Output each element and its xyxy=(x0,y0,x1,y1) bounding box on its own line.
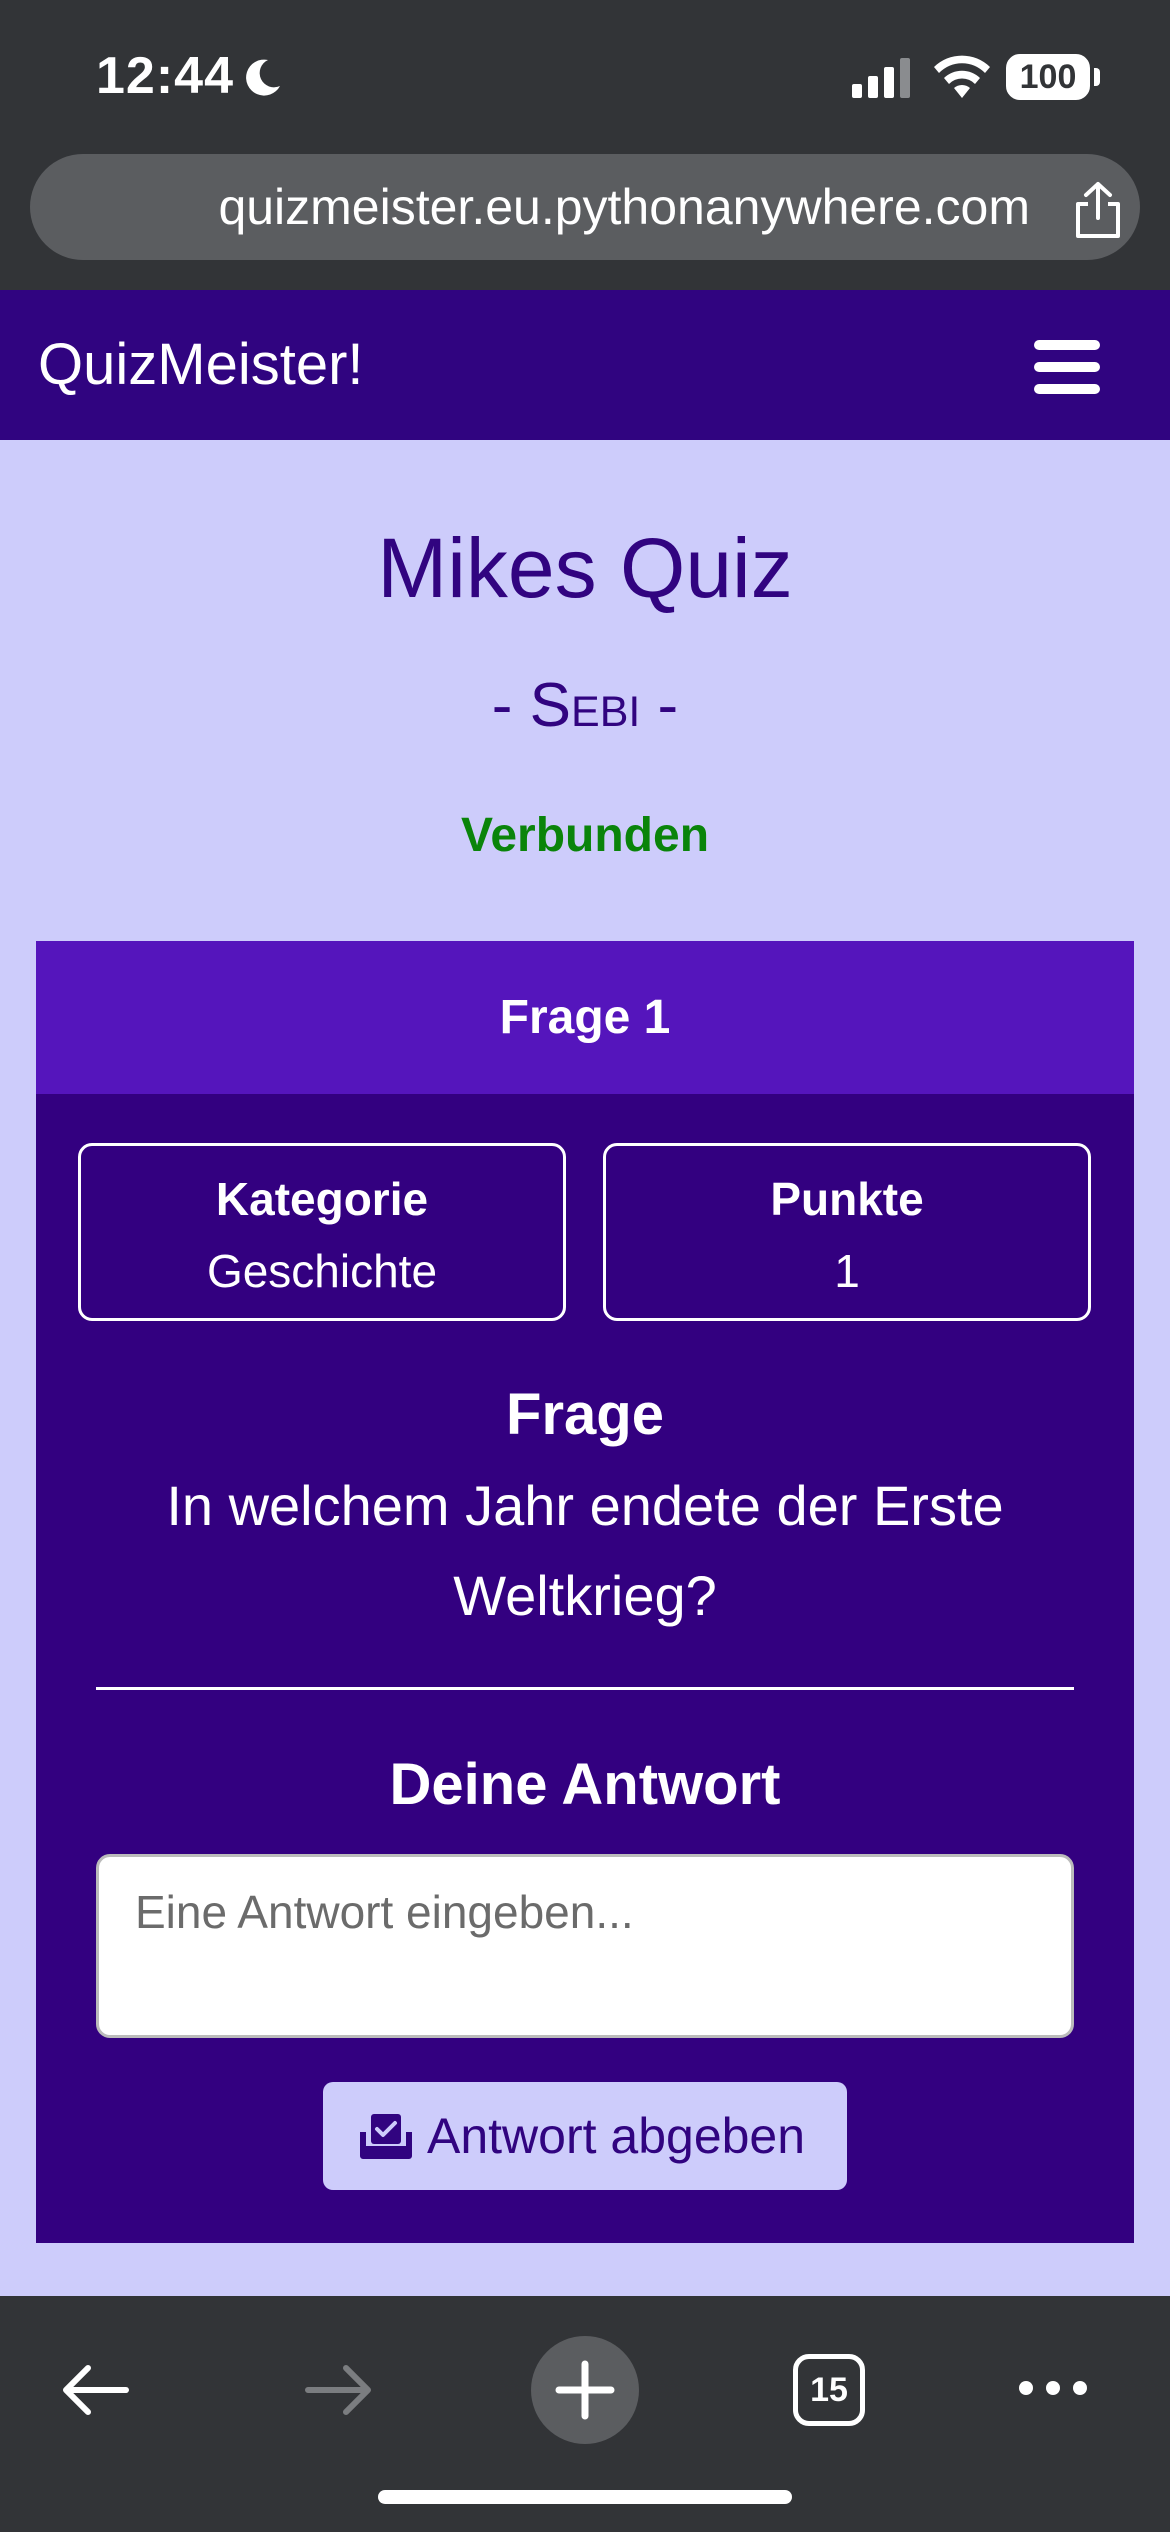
check-box-icon xyxy=(360,2114,412,2159)
new-tab-button[interactable] xyxy=(531,2336,639,2444)
battery-icon: 100 xyxy=(1006,54,1090,100)
question-number: Frage 1 xyxy=(36,941,1134,1094)
submit-answer-button[interactable]: Antwort abgeben xyxy=(323,2082,847,2190)
navbar: QuizMeister! xyxy=(0,290,1170,440)
quiz-title: Mikes Quiz xyxy=(377,521,793,615)
url-text[interactable]: quizmeister.eu.pythonanywhere.com xyxy=(30,154,1030,260)
points-box: Punkte 1 xyxy=(603,1143,1091,1321)
answer-label: Deine Antwort xyxy=(389,1752,781,1817)
player-name: - Sebi - xyxy=(491,671,679,740)
plus-icon xyxy=(555,2360,615,2420)
category-label: Kategorie xyxy=(215,1173,429,1225)
brand-link[interactable]: QuizMeister! xyxy=(38,290,364,440)
home-indicator xyxy=(378,2490,792,2504)
battery-level: 100 xyxy=(1019,58,1077,96)
divider xyxy=(96,1687,1074,1690)
connection-status: Verbunden xyxy=(460,809,710,862)
points-value: 1 xyxy=(834,1245,860,1297)
signal-icon xyxy=(852,58,910,98)
question-label: Frage xyxy=(506,1382,664,1447)
share-icon[interactable] xyxy=(1070,180,1126,240)
more-options-icon[interactable] xyxy=(1016,2376,1090,2400)
battery-tip xyxy=(1094,68,1100,86)
category-value: Geschichte xyxy=(206,1245,438,1297)
status-bar: 12:44 100 xyxy=(0,0,1170,150)
submit-answer-label: Antwort abgeben xyxy=(427,2108,806,2164)
points-label: Punkte xyxy=(770,1173,924,1225)
status-time: 12:44 xyxy=(96,47,234,105)
moon-icon xyxy=(246,59,280,96)
forward-arrow-icon[interactable] xyxy=(302,2360,376,2420)
category-box: Kategorie Geschichte xyxy=(78,1143,566,1321)
question-text: In welchem Jahr endete der Erste Weltkri… xyxy=(166,1474,1004,1627)
question-card: Frage 1 Kategorie Geschichte Punkte 1 Fr… xyxy=(36,941,1134,2243)
back-arrow-icon[interactable] xyxy=(58,2360,132,2420)
menu-toggle-icon[interactable] xyxy=(1034,340,1100,394)
wifi-icon xyxy=(934,55,990,98)
address-bar[interactable]: quizmeister.eu.pythonanywhere.com xyxy=(30,154,1140,260)
answer-input[interactable] xyxy=(96,1854,1074,2038)
tab-switcher-button[interactable]: 15 xyxy=(793,2354,865,2426)
browser-address-area: quizmeister.eu.pythonanywhere.com xyxy=(0,150,1170,290)
